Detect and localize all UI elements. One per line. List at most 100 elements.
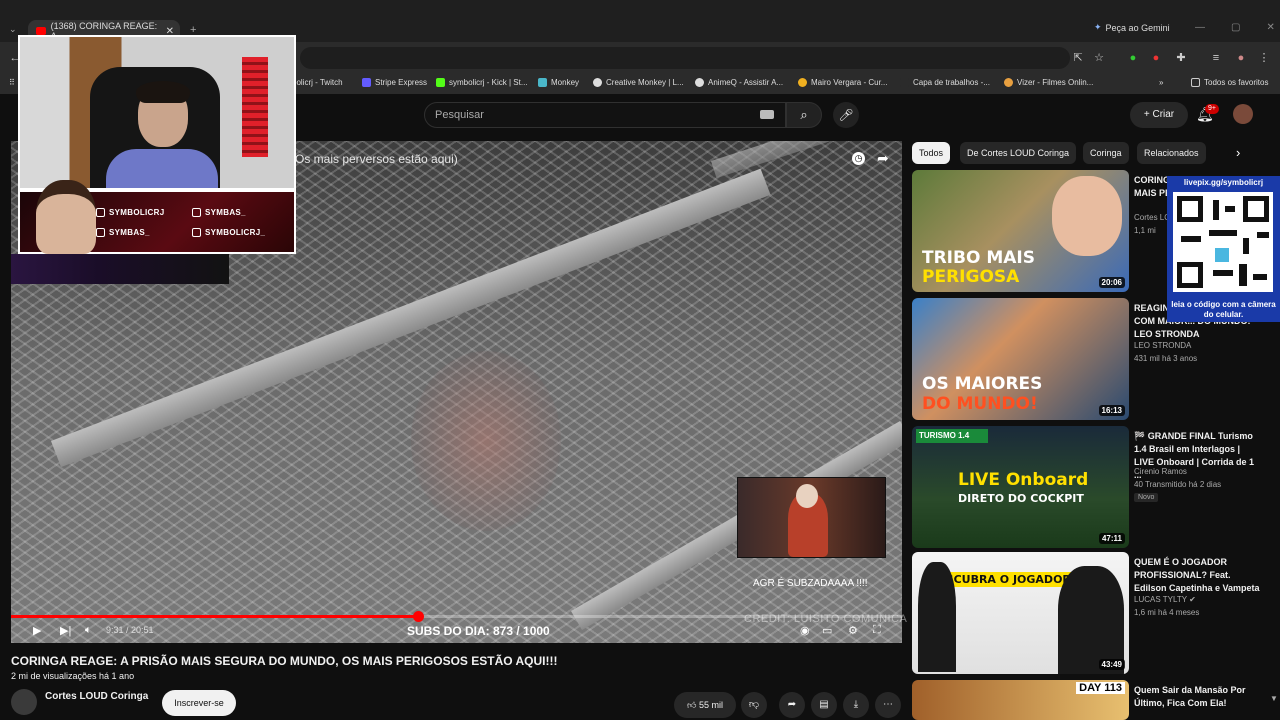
- play-icon[interactable]: ▶: [33, 624, 41, 637]
- scroll-down-icon[interactable]: ▼: [1270, 694, 1278, 703]
- channel-avatar[interactable]: [11, 689, 37, 715]
- thumb-text: TRIBO MAIS: [922, 248, 1035, 268]
- globe-icon: [695, 78, 704, 87]
- apps-grid-icon[interactable]: ⠿: [9, 78, 15, 87]
- notification-count-badge: 9+: [1205, 104, 1219, 114]
- recommendation-item[interactable]: DESCUBRA O JOGADOR 43:49 QUEM É O JOGADO…: [912, 552, 1262, 674]
- download-button[interactable]: ⤓: [843, 692, 869, 718]
- bookmark-item[interactable]: Creative Monkey | L...: [593, 78, 684, 87]
- cage-rail: [711, 141, 902, 179]
- bookmark-item[interactable]: Capa de trabalhos -...: [900, 78, 990, 87]
- maximize-icon[interactable]: ▢: [1231, 22, 1240, 33]
- bookmark-item[interactable]: Stripe Express: [362, 78, 427, 87]
- recommendation-channel: Cirenio Ramos: [1134, 467, 1187, 476]
- like-button[interactable]: 👍︎ 55 mil: [674, 692, 736, 718]
- recommendation-title: QUEM É O JOGADOR PROFISSIONAL? Feat. Edi…: [1134, 557, 1260, 593]
- more-actions-button[interactable]: ⋯: [875, 692, 901, 718]
- keyboard-icon[interactable]: [760, 110, 774, 119]
- duration-badge: 43:49: [1098, 659, 1125, 670]
- volume-icon[interactable]: 🔈︎: [85, 624, 92, 637]
- tab-list-chevron-icon[interactable]: ⌄: [9, 24, 17, 35]
- share-button[interactable]: ➦: [779, 692, 805, 718]
- save-icon: ▤: [819, 699, 829, 710]
- bookmark-star-icon[interactable]: ☆: [1093, 52, 1105, 64]
- more-bookmarks-icon[interactable]: »: [1159, 78, 1163, 87]
- next-icon[interactable]: ▶|: [60, 624, 71, 637]
- streamer-shirt: [106, 149, 218, 188]
- bookmark-item[interactable]: Vizer - Filmes Onlin...: [1004, 78, 1093, 87]
- search-input[interactable]: Pesquisar: [424, 102, 786, 128]
- save-button[interactable]: ▤: [811, 692, 837, 718]
- recommendation-thumbnail[interactable]: DESCUBRA O JOGADOR 43:49: [912, 552, 1129, 674]
- recommendation-channel: LEO STRONDA: [1134, 341, 1192, 350]
- gemini-star-icon: ✦: [1094, 22, 1102, 32]
- folder-icon: [1191, 78, 1200, 87]
- gemini-button[interactable]: ✦ Peça ao Gemini: [1094, 22, 1170, 33]
- extension-green-icon[interactable]: ●: [1127, 52, 1139, 64]
- minimize-icon[interactable]: —: [1195, 22, 1205, 33]
- browser-menu-icon[interactable]: ⋮: [1258, 52, 1270, 64]
- recommendation-meta: 40 Transmitido há 2 dias: [1134, 480, 1222, 489]
- recommendation-thumbnail[interactable]: TURISMO 1.4 LIVE Onboard DIRETO DO COCKP…: [912, 426, 1129, 548]
- twitch-icon: [96, 208, 105, 217]
- social-handles-panel: SYMBOLICRJ SYMBAS_ SYMBAS_ SYMBOLICRJ_: [18, 180, 296, 254]
- bookmark-item[interactable]: AnimeQ - Assistir A...: [695, 78, 783, 87]
- account-avatar[interactable]: [1233, 104, 1253, 124]
- extension-red-icon[interactable]: ●: [1150, 52, 1162, 64]
- channel-name[interactable]: Cortes LOUD Coringa: [45, 691, 148, 702]
- voice-search-button[interactable]: 🎤︎: [833, 102, 859, 128]
- share-icon: ➦: [787, 699, 797, 710]
- bookmark-item[interactable]: Monkey: [538, 78, 579, 87]
- overlay-strip: [11, 254, 229, 284]
- bookmark-item[interactable]: Mairo Vergara - Cur...: [798, 78, 887, 87]
- bookmark-item[interactable]: bolicrj - Twitch: [292, 78, 343, 87]
- recommendation-thumbnail[interactable]: TRIBO MAIS PERIGOSA 20:06: [912, 170, 1129, 292]
- all-bookmarks-folder[interactable]: Todos os favoritos: [1191, 78, 1268, 87]
- video-subject: [411, 351, 561, 531]
- media-controls-icon[interactable]: ≡: [1210, 52, 1222, 64]
- extensions-puzzle-icon[interactable]: ✚: [1175, 52, 1187, 64]
- progress-scrubber-handle[interactable]: [413, 611, 424, 622]
- watch-later-clock-icon[interactable]: ◷: [852, 152, 865, 165]
- fullscreen-icon[interactable]: ⛶: [873, 624, 881, 637]
- search-button[interactable]: ⌕: [786, 102, 822, 128]
- download-icon: ⤓: [853, 699, 859, 710]
- thumb-text: PERIGOSA: [922, 267, 1020, 287]
- twitch-handle: SYMBOLICRJ: [96, 208, 164, 217]
- address-bar[interactable]: [300, 47, 1070, 69]
- subscribe-button[interactable]: Inscrever-se: [162, 690, 236, 716]
- create-button[interactable]: + Criar: [1130, 102, 1188, 128]
- subtitles-icon[interactable]: ▭: [822, 624, 832, 637]
- recommendation-thumbnail[interactable]: DAY 113: [912, 680, 1129, 720]
- install-app-icon[interactable]: ⇱: [1072, 52, 1084, 64]
- recommendation-meta: 1,6 mi há 4 meses: [1134, 608, 1200, 617]
- thumb-person: [918, 562, 956, 672]
- chip-coringa[interactable]: Coringa: [1083, 142, 1129, 164]
- search-icon: ⌕: [800, 107, 808, 122]
- recommendation-thumbnail[interactable]: OS MAIORES DO MUNDO! 16:13: [912, 298, 1129, 420]
- instagram-handle: SYMBOLICRJ_: [192, 228, 265, 237]
- globe-icon: [593, 78, 602, 87]
- chip-relacionados[interactable]: Relacionados: [1137, 142, 1206, 164]
- thumb-face: [1052, 176, 1122, 256]
- thumb-text: OS MAIORES: [922, 374, 1043, 394]
- window-close-icon[interactable]: ✕: [1266, 22, 1274, 33]
- like-count: 55 mil: [698, 700, 723, 710]
- capa-icon: [900, 78, 909, 87]
- chip-todos[interactable]: Todos: [912, 142, 951, 164]
- recommendation-item[interactable]: TURISMO 1.4 LIVE Onboard DIRETO DO COCKP…: [912, 426, 1262, 548]
- subs-counter: SUBS DO DIA: 873 / 1000: [407, 624, 550, 638]
- microphone-icon: 🎤︎: [838, 108, 854, 122]
- create-label: Criar: [1152, 109, 1175, 120]
- autoplay-toggle-icon[interactable]: ◉: [800, 624, 810, 637]
- settings-gear-icon[interactable]: ⚙: [848, 624, 858, 637]
- chevron-right-icon[interactable]: ›: [1236, 145, 1240, 160]
- chip-channel[interactable]: De Cortes LOUD Coringa: [960, 142, 1077, 164]
- youtube-favicon-icon: [36, 27, 46, 35]
- bookmark-item[interactable]: symbolicrj - Kick | St...: [436, 78, 528, 87]
- share-arrow-icon[interactable]: ➦: [877, 150, 889, 167]
- dislike-button[interactable]: 👎︎: [741, 692, 767, 718]
- time-display: 9:31 / 20:51: [106, 625, 154, 635]
- recommendation-item[interactable]: DAY 113 Quem Sair da Mansão Por Último, …: [912, 680, 1262, 720]
- profile-avatar-icon[interactable]: ●: [1235, 52, 1247, 64]
